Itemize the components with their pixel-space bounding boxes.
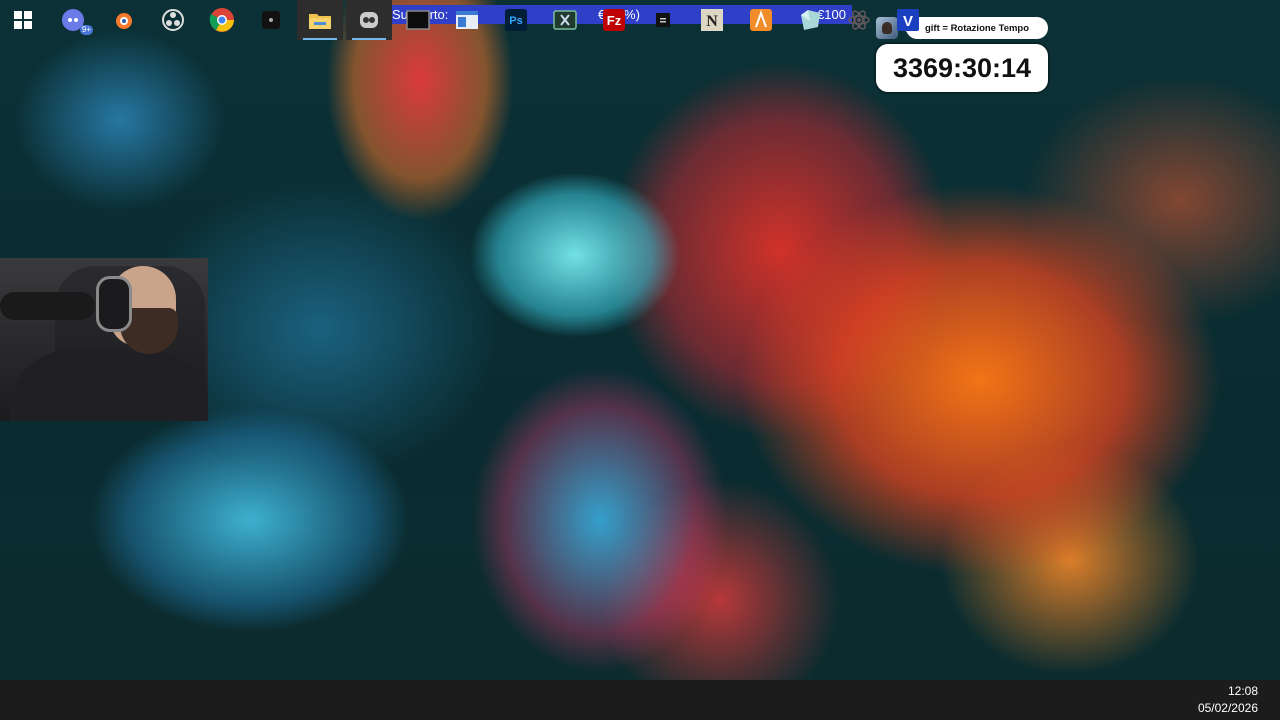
file-explorer-icon[interactable] — [297, 0, 343, 40]
start-icon[interactable] — [0, 0, 46, 40]
terminal-icon[interactable] — [395, 0, 441, 40]
webcam-feed — [0, 258, 208, 421]
svg-text:V: V — [903, 13, 913, 30]
photoshop-icon[interactable]: Ps — [493, 0, 539, 40]
filezilla-icon[interactable]: Fz — [591, 0, 637, 40]
app-icon[interactable] — [248, 0, 294, 40]
clock-date: 05/02/2026 — [1197, 701, 1258, 715]
atom-icon[interactable] — [836, 0, 882, 40]
svg-text:Fz: Fz — [607, 13, 622, 28]
clock-time: 12:08 — [1227, 684, 1258, 698]
excel-app-icon[interactable] — [542, 0, 588, 40]
chrome-icon[interactable] — [199, 0, 245, 40]
svg-text:Ps: Ps — [509, 15, 522, 27]
small-app-icon[interactable] — [640, 0, 686, 40]
blender-icon[interactable] — [100, 0, 146, 40]
v-app-icon[interactable]: V — [885, 0, 931, 40]
discord-icon[interactable]: 9+ — [50, 0, 96, 40]
sublime-app-icon[interactable] — [738, 0, 784, 40]
countdown-timer: 3369:30:14 — [876, 44, 1048, 92]
window-app-icon[interactable] — [444, 0, 490, 40]
obs-icon[interactable] — [150, 0, 196, 40]
svg-text:N: N — [706, 13, 718, 30]
taskbar — [0, 680, 1280, 720]
discord-badge: 9+ — [79, 25, 93, 35]
system-clock[interactable]: 12:08 05/02/2026 — [1198, 680, 1258, 720]
gem-app-icon[interactable] — [787, 0, 833, 40]
mascot-app-icon[interactable] — [346, 0, 392, 40]
notepad-app-icon[interactable]: N — [689, 0, 735, 40]
